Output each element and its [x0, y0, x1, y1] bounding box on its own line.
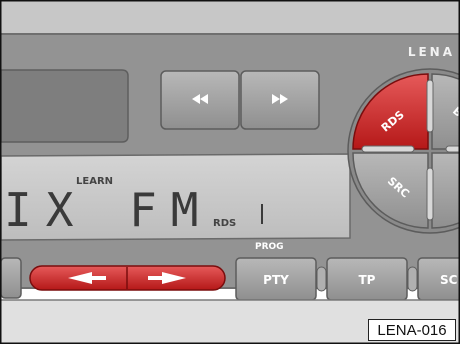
- prog-label: PROG: [255, 242, 284, 252]
- forward-button[interactable]: [240, 70, 320, 130]
- pty-label: PTY: [263, 273, 289, 287]
- station-name: IX FM: [4, 183, 212, 237]
- cassette-slot: [0, 69, 129, 143]
- top-bevel: [1, 1, 459, 34]
- pty-button[interactable]: PTY: [235, 257, 317, 301]
- brand-logo: LENA: [408, 45, 455, 59]
- sc-button[interactable]: SC: [417, 257, 460, 301]
- seek-rocker[interactable]: [29, 265, 226, 291]
- rewind-button[interactable]: [160, 70, 240, 130]
- cd-button[interactable]: [431, 152, 460, 229]
- tp-button[interactable]: TP: [326, 257, 408, 301]
- sc-label: SC: [440, 273, 458, 287]
- figure-label: LENA-016: [368, 319, 456, 341]
- band-button[interactable]: B: [431, 73, 460, 150]
- signal-bar: [261, 204, 263, 224]
- radio-illustration: LENA LEARN IX FM RDS RDS B SRC PROG PTY …: [0, 0, 460, 344]
- tp-label: TP: [359, 273, 376, 287]
- button-divider: [407, 266, 418, 292]
- rds-indicator: RDS: [213, 218, 236, 229]
- button-divider: [316, 266, 327, 292]
- left-edge-button[interactable]: [0, 257, 22, 299]
